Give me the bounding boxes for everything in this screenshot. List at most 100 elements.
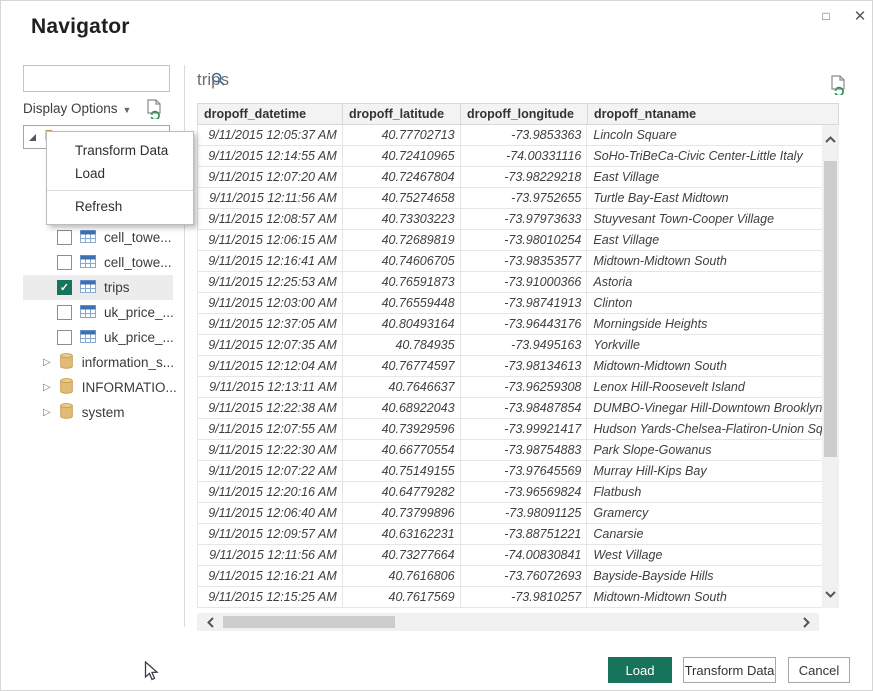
table-row[interactable]: 9/11/2015 12:07:55 AM 40.73929596 -73.99… (198, 419, 822, 440)
tree-item-label: uk_price_... (104, 330, 174, 345)
tree-item-database[interactable]: ▷ system (23, 400, 173, 425)
table-row[interactable]: 9/11/2015 12:07:22 AM 40.75149155 -73.97… (198, 461, 822, 482)
cell-dropoff-datetime: 9/11/2015 12:22:30 AM (198, 440, 343, 460)
cell-dropoff-ntaname: Midtown-Midtown South (587, 356, 822, 376)
maximize-icon[interactable]: □ (813, 5, 839, 27)
column-header[interactable]: dropoff_longitude (461, 104, 588, 124)
cell-dropoff-datetime: 9/11/2015 12:16:21 AM (198, 566, 343, 586)
cell-dropoff-longitude: -73.76072693 (461, 566, 588, 586)
cell-dropoff-ntaname: Morningside Heights (587, 314, 822, 334)
cell-dropoff-longitude: -73.98010254 (461, 230, 588, 250)
table-row[interactable]: 9/11/2015 12:14:55 AM 40.72410965 -74.00… (198, 146, 822, 167)
refresh-preview-icon[interactable] (146, 99, 164, 124)
preview-title: trips (197, 70, 229, 90)
table-checkbox[interactable]: ✓ (57, 280, 72, 295)
table-row[interactable]: 9/11/2015 12:07:35 AM 40.784935 -73.9495… (198, 335, 822, 356)
cell-dropoff-latitude: 40.75149155 (343, 461, 461, 481)
cell-dropoff-longitude: -73.98754883 (461, 440, 588, 460)
tree-item-label: information_s... (82, 355, 174, 370)
table-row[interactable]: 9/11/2015 12:22:38 AM 40.68922043 -73.98… (198, 398, 822, 419)
load-button[interactable]: Load (608, 657, 672, 683)
refresh-preview-icon[interactable] (830, 75, 848, 100)
cell-dropoff-datetime: 9/11/2015 12:07:55 AM (198, 419, 343, 439)
cell-dropoff-datetime: 9/11/2015 12:37:05 AM (198, 314, 343, 334)
table-row[interactable]: 9/11/2015 12:12:04 AM 40.76774597 -73.98… (198, 356, 822, 377)
chevron-right-icon[interactable]: ▷ (43, 357, 51, 368)
cell-dropoff-datetime: 9/11/2015 12:25:53 AM (198, 272, 343, 292)
context-menu-item[interactable]: Transform Data (47, 139, 193, 162)
scroll-down-icon[interactable] (822, 586, 839, 602)
cell-dropoff-ntaname: East Village (587, 230, 822, 250)
tree-item-table[interactable]: cell_towe... (23, 225, 173, 250)
scroll-right-icon[interactable] (797, 613, 815, 631)
context-menu: Transform DataLoad Refresh (46, 131, 194, 225)
cell-dropoff-latitude: 40.73799896 (343, 503, 461, 523)
table-row[interactable]: 9/11/2015 12:08:57 AM 40.73303223 -73.97… (198, 209, 822, 230)
cell-dropoff-latitude: 40.76774597 (343, 356, 461, 376)
scroll-left-icon[interactable] (201, 613, 219, 631)
context-menu-item[interactable]: Load (47, 162, 193, 185)
table-row[interactable]: 9/11/2015 12:11:56 AM 40.75274658 -73.97… (198, 188, 822, 209)
cell-dropoff-latitude: 40.784935 (343, 335, 461, 355)
table-row[interactable]: 9/11/2015 12:37:05 AM 40.80493164 -73.96… (198, 314, 822, 335)
cell-dropoff-ntaname: Bayside-Bayside Hills (587, 566, 822, 586)
cell-dropoff-datetime: 9/11/2015 12:11:56 AM (198, 188, 343, 208)
cell-dropoff-longitude: -73.98229218 (461, 167, 588, 187)
display-options-label: Display Options (23, 101, 118, 116)
chevron-right-icon[interactable]: ▷ (43, 382, 51, 393)
cell-dropoff-longitude: -73.99921417 (461, 419, 588, 439)
horizontal-scroll-thumb[interactable] (223, 616, 395, 628)
table-icon (80, 230, 96, 246)
table-row[interactable]: 9/11/2015 12:16:41 AM 40.74606705 -73.98… (198, 251, 822, 272)
chevron-right-icon[interactable]: ▷ (43, 407, 51, 418)
tree-item-database[interactable]: ▷ information_s... (23, 350, 173, 375)
cell-dropoff-ntaname: Lenox Hill-Roosevelt Island (587, 377, 822, 397)
cell-dropoff-ntaname: Yorkville (587, 335, 822, 355)
cell-dropoff-latitude: 40.63162231 (343, 524, 461, 544)
table-row[interactable]: 9/11/2015 12:05:37 AM 40.77702713 -73.98… (198, 125, 822, 146)
context-menu-item[interactable]: Refresh (47, 195, 193, 218)
column-header[interactable]: dropoff_latitude (343, 104, 461, 124)
table-row[interactable]: 9/11/2015 12:13:11 AM 40.7646637 -73.962… (198, 377, 822, 398)
table-row[interactable]: 9/11/2015 12:15:25 AM 40.7617569 -73.981… (198, 587, 822, 608)
transform-data-button[interactable]: Transform Data (683, 657, 776, 683)
cancel-button[interactable]: Cancel (788, 657, 850, 683)
table-row[interactable]: 9/11/2015 12:11:56 AM 40.73277664 -74.00… (198, 545, 822, 566)
close-icon[interactable]: ✕ (847, 5, 873, 27)
table-row[interactable]: 9/11/2015 12:06:15 AM 40.72689819 -73.98… (198, 230, 822, 251)
cell-dropoff-ntaname: DUMBO-Vinegar Hill-Downtown Brooklyn-Boe… (587, 398, 822, 418)
tree-item-table[interactable]: uk_price_... (23, 300, 173, 325)
cell-dropoff-ntaname: Stuyvesant Town-Cooper Village (587, 209, 822, 229)
search-input[interactable] (24, 66, 211, 91)
table-checkbox[interactable] (57, 230, 72, 245)
table-checkbox[interactable] (57, 330, 72, 345)
table-row[interactable]: 9/11/2015 12:09:57 AM 40.63162231 -73.88… (198, 524, 822, 545)
horizontal-scrollbar[interactable] (197, 613, 819, 631)
cell-dropoff-datetime: 9/11/2015 12:05:37 AM (198, 125, 343, 145)
tree-item-table[interactable]: cell_towe... (23, 250, 173, 275)
table-row[interactable]: 9/11/2015 12:16:21 AM 40.7616806 -73.760… (198, 566, 822, 587)
scroll-up-icon[interactable] (822, 131, 839, 147)
tree-item-table[interactable]: ✓ trips (23, 275, 173, 300)
table-row[interactable]: 9/11/2015 12:25:53 AM 40.76591873 -73.91… (198, 272, 822, 293)
table-checkbox[interactable] (57, 305, 72, 320)
cell-dropoff-latitude: 40.80493164 (343, 314, 461, 334)
vertical-scroll-thumb[interactable] (824, 161, 837, 457)
table-icon (80, 255, 96, 271)
cell-dropoff-latitude: 40.73303223 (343, 209, 461, 229)
table-row[interactable]: 9/11/2015 12:07:20 AM 40.72467804 -73.98… (198, 167, 822, 188)
display-options-dropdown[interactable]: Display Options ▼ (23, 101, 131, 116)
table-row[interactable]: 9/11/2015 12:03:00 AM 40.76559448 -73.98… (198, 293, 822, 314)
cell-dropoff-latitude: 40.73929596 (343, 419, 461, 439)
column-header[interactable]: dropoff_datetime (198, 104, 343, 124)
tree-item-table[interactable]: uk_price_... (23, 325, 173, 350)
table-row[interactable]: 9/11/2015 12:06:40 AM 40.73799896 -73.98… (198, 503, 822, 524)
column-header[interactable]: dropoff_ntaname (588, 104, 823, 124)
search-box (23, 65, 170, 92)
table-row[interactable]: 9/11/2015 12:20:16 AM 40.64779282 -73.96… (198, 482, 822, 503)
cell-dropoff-datetime: 9/11/2015 12:08:57 AM (198, 209, 343, 229)
table-checkbox[interactable] (57, 255, 72, 270)
tree-item-database[interactable]: ▷ INFORMATIO... (23, 375, 173, 400)
vertical-scrollbar[interactable] (822, 125, 839, 608)
table-row[interactable]: 9/11/2015 12:22:30 AM 40.66770554 -73.98… (198, 440, 822, 461)
